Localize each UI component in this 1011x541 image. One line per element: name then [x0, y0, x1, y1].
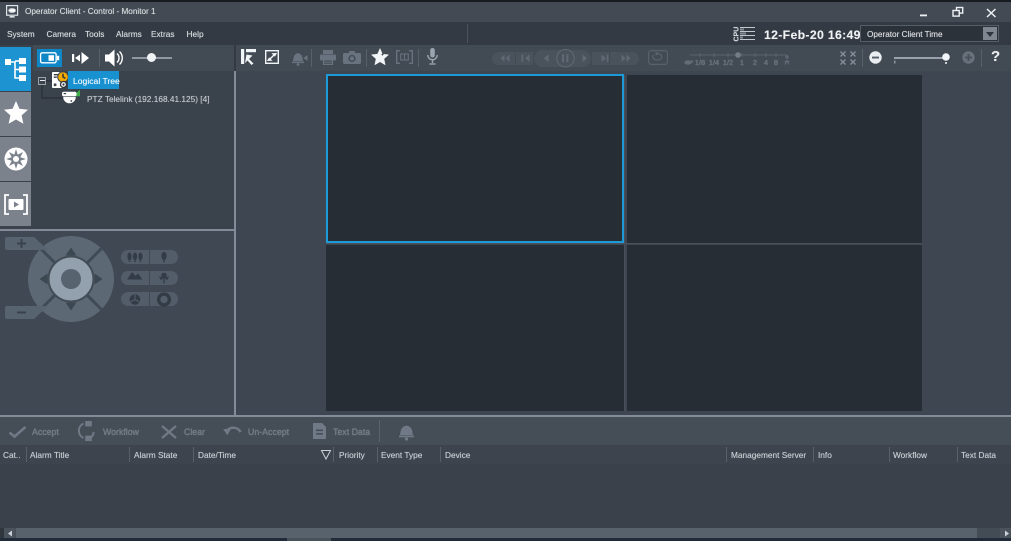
svg-text:1/8: 1/8 [695, 58, 705, 67]
svg-text:CPU: CPU [734, 27, 741, 42]
svg-text:4: 4 [764, 58, 768, 67]
svg-text:1: 1 [740, 58, 744, 67]
svg-text:2: 2 [753, 58, 757, 67]
svg-text:8: 8 [774, 58, 778, 67]
svg-text:1/2: 1/2 [723, 58, 733, 67]
svg-text:1/4: 1/4 [709, 58, 719, 67]
